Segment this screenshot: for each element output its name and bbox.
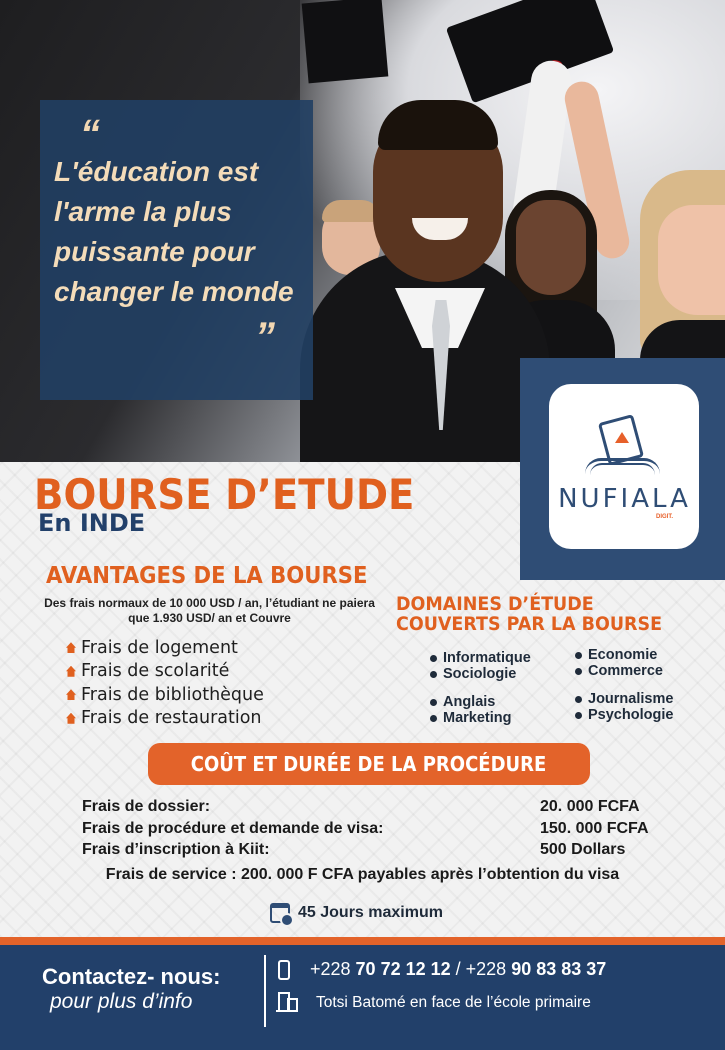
domains-title-line: COUVERTS PAR LA BOURSE [396, 613, 663, 635]
domain-label: Commerce [588, 663, 663, 679]
list-item: Frais de scolarité [66, 660, 264, 684]
advantage-label: Frais de restauration [81, 708, 262, 729]
house-icon [66, 665, 76, 677]
domain-label: Marketing [443, 710, 512, 726]
service-fee: Frais de service : 200. 000 F CFA payabl… [105, 866, 620, 883]
advantage-label: Frais de logement [81, 637, 238, 658]
duration: 45 Jours maximum [270, 903, 443, 927]
domain-label: Informatique [443, 650, 531, 666]
contact-title: Contactez- nous: [42, 964, 221, 989]
bullet-icon [575, 667, 582, 675]
contact-subtitle: pour plus d’info [50, 990, 193, 1013]
domains-list: Economie Commerce [575, 647, 663, 679]
domains-list: Anglais Marketing [430, 694, 512, 726]
bullet-icon [430, 654, 437, 662]
domains-title: DOMAINES D’ÉTUDE COUVERTS PAR LA BOURSE [396, 594, 662, 634]
list-item: Frais de logement [66, 636, 264, 660]
page-subtitle: En INDE [38, 509, 146, 537]
bullet-icon [430, 698, 437, 706]
bullet-icon [575, 695, 582, 703]
advantages-description: Des frais normaux de 10 000 USD / an, l’… [44, 596, 375, 625]
domain-label: Economie [588, 647, 658, 663]
domain-label: Psychologie [588, 707, 674, 723]
list-item: Psychologie [575, 707, 673, 723]
phone-prefix: +228 [310, 959, 356, 979]
cost-label: Frais de dossier: [82, 798, 211, 815]
duration-label: 45 Jours maximum [298, 904, 443, 921]
book-icon [590, 463, 655, 475]
phone-icon [278, 960, 290, 980]
triangle-icon [615, 432, 629, 443]
logo-subtext: DIGIT. [656, 514, 674, 520]
cost-value: 20. 000 FCFA [540, 798, 640, 815]
list-item: Frais de restauration [66, 707, 264, 731]
graduate-hair [378, 100, 498, 150]
cost-value: 500 Dollars [540, 841, 626, 858]
quote-close-mark: ” [255, 315, 275, 359]
list-item: Commerce [575, 663, 663, 679]
graduate-hair [322, 200, 380, 222]
footer-accent-line [0, 937, 725, 945]
calendar-clock-icon [270, 903, 294, 927]
quote-open-mark: “ [80, 112, 100, 156]
house-icon [66, 712, 76, 724]
cost-banner: COÛT ET DURÉE DE LA PROCÉDURE [148, 743, 590, 785]
phone-separator: / +228 [450, 959, 512, 979]
cost-label: Frais d’inscription à Kiit: [82, 841, 270, 858]
list-item: Anglais [430, 694, 512, 710]
phone-number[interactable]: 90 83 83 37 [511, 959, 606, 979]
bullet-icon [575, 711, 582, 719]
list-item: Journalisme [575, 691, 673, 707]
cost-label: Frais de procédure et demande de visa: [82, 820, 384, 837]
graduation-cap [301, 0, 389, 84]
domain-label: Sociologie [443, 666, 517, 682]
bullet-icon [430, 714, 437, 722]
domains-title-line: DOMAINES D’ÉTUDE [396, 593, 594, 615]
graduate-face [516, 200, 586, 295]
advantages-title: AVANTAGES DE LA BOURSE [46, 563, 368, 589]
house-icon [66, 689, 76, 701]
footer-divider [264, 955, 266, 1027]
bullet-icon [430, 670, 437, 678]
list-item: Marketing [430, 710, 512, 726]
quote-text: L'éducation est l'arme la plus puissante… [54, 156, 294, 307]
domains-list: Informatique Sociologie [430, 650, 531, 682]
list-item: Sociologie [430, 666, 531, 682]
house-icon [66, 642, 76, 654]
logo-name: NUFIALA [558, 484, 691, 514]
domain-label: Anglais [443, 694, 496, 710]
advantages-list: Frais de logement Frais de scolarité Fra… [66, 636, 264, 730]
address: Totsi Batomé en face de l’école primaire [316, 994, 591, 1011]
list-item: Informatique [430, 650, 531, 666]
graduate-face [658, 205, 725, 315]
advantage-label: Frais de bibliothèque [81, 684, 264, 705]
phone-numbers: +228 70 72 12 12 / +228 90 83 83 37 [310, 959, 606, 980]
advantage-label: Frais de scolarité [81, 661, 230, 682]
phone-number[interactable]: 70 72 12 12 [356, 959, 451, 979]
list-item: Frais de bibliothèque [66, 683, 264, 707]
domains-list: Journalisme Psychologie [575, 691, 673, 723]
building-icon [276, 992, 298, 1012]
list-item: Economie [575, 647, 663, 663]
cost-value: 150. 000 FCFA [540, 820, 649, 837]
cost-banner-label: COÛT ET DURÉE DE LA PROCÉDURE [191, 752, 547, 776]
bullet-icon [575, 651, 582, 659]
domain-label: Journalisme [588, 691, 674, 707]
